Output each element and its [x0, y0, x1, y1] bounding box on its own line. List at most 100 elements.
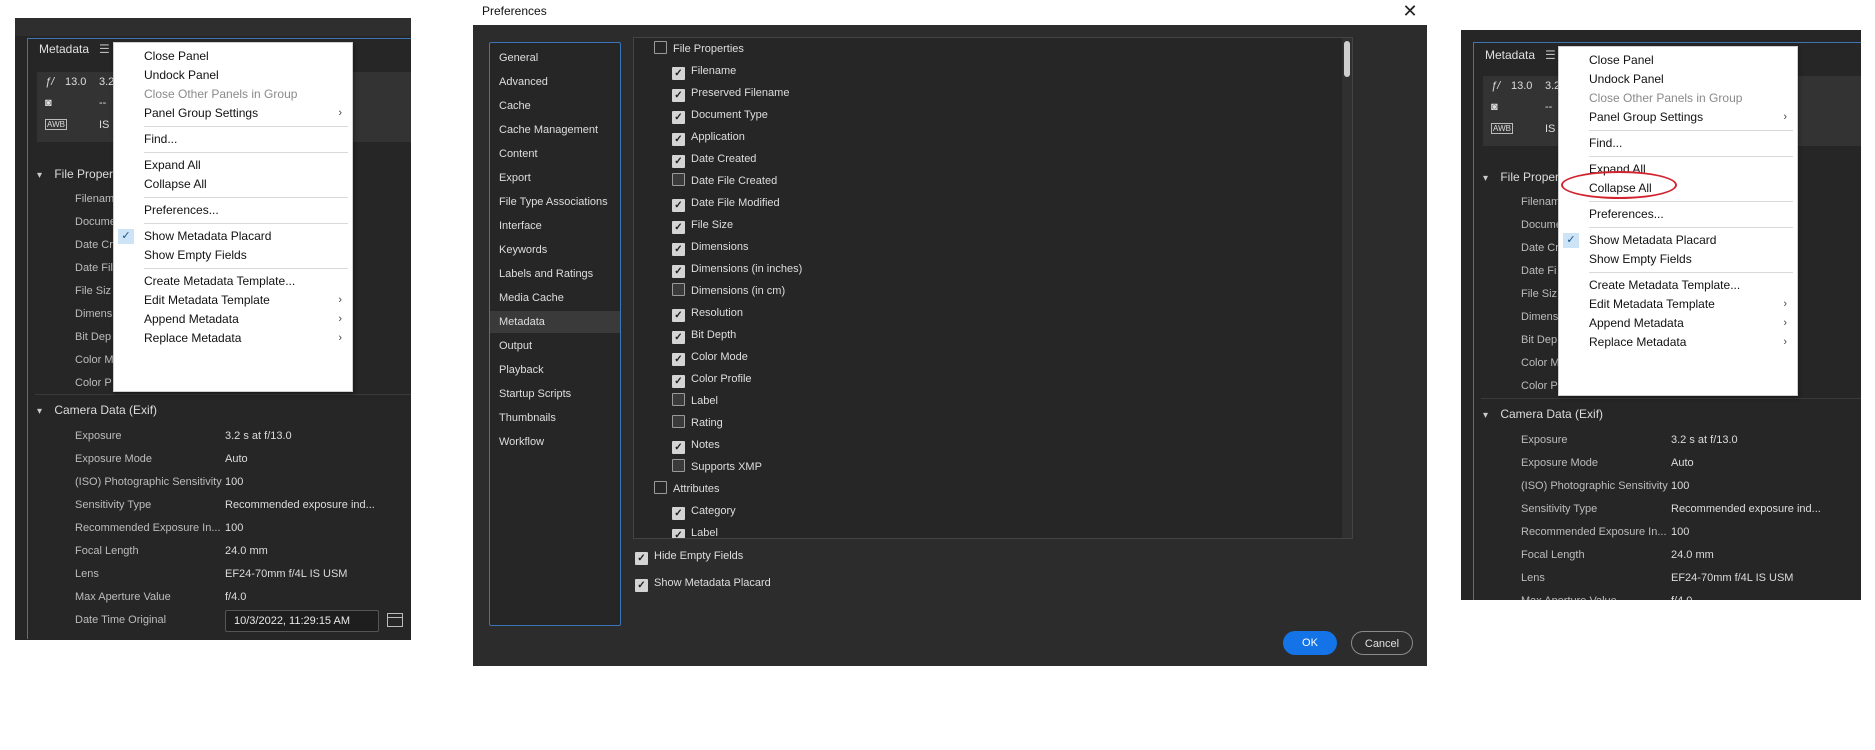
nav-item-workflow[interactable]: Workflow [490, 431, 620, 453]
field-checkbox[interactable]: ✓ [672, 155, 685, 168]
menu-item-expand-all[interactable]: Expand All [114, 156, 352, 175]
menu-item-undock-panel[interactable]: Undock Panel [1559, 70, 1797, 89]
field-checkbox[interactable]: ✓ [672, 89, 685, 102]
ok-button[interactable]: OK [1283, 631, 1337, 655]
menu-item-close-panel[interactable]: Close Panel [114, 47, 352, 66]
close-icon[interactable]: ✕ [1399, 0, 1421, 22]
tree-item[interactable]: ✓ Color Mode [672, 347, 748, 368]
file-properties-heading[interactable]: ▾ File Proper [37, 164, 113, 184]
menu-item-preferences[interactable]: Preferences... [1559, 205, 1797, 224]
nav-item-output[interactable]: Output [490, 335, 620, 357]
menu-item-show-metadata-placard[interactable]: Show Metadata Placard ✓ [114, 227, 352, 246]
field-checkbox[interactable]: ✓ [672, 331, 685, 344]
menu-item-replace-metadata[interactable]: Replace Metadata › [1559, 333, 1797, 352]
menu-item-close-panel[interactable]: Close Panel [1559, 51, 1797, 70]
field-checkbox[interactable]: ✓ [672, 111, 685, 124]
field-checkbox[interactable] [672, 393, 685, 406]
field-checkbox[interactable]: ✓ [672, 265, 685, 278]
tree-item[interactable]: ✓ Document Type [672, 105, 768, 126]
scrollbar-thumb[interactable] [1344, 41, 1350, 77]
camera-data-heading[interactable]: ▾ Camera Data (Exif) [37, 400, 157, 420]
tree-item[interactable]: ✓ Filename [672, 61, 736, 82]
menu-item-create-metadata-template[interactable]: Create Metadata Template... [1559, 276, 1797, 295]
field-checkbox[interactable]: ✓ [672, 67, 685, 80]
menu-item-append-metadata[interactable]: Append Metadata › [114, 310, 352, 329]
menu-item-preferences[interactable]: Preferences... [114, 201, 352, 220]
nav-item-media-cache[interactable]: Media Cache [490, 287, 620, 309]
field-checkbox[interactable]: ✓ [672, 309, 685, 322]
field-checkbox[interactable]: ✓ [672, 375, 685, 388]
tree-item[interactable]: ✓ Dimensions (in inches) [672, 259, 802, 280]
nav-item-general[interactable]: General [490, 47, 620, 69]
menu-item-append-metadata[interactable]: Append Metadata › [1559, 314, 1797, 333]
field-checkbox[interactable]: ✓ [672, 441, 685, 454]
option-row[interactable]: ✓ Hide Empty Fields [635, 546, 743, 567]
field-checkbox[interactable] [672, 283, 685, 296]
tree-item[interactable]: ✓ Date File Modified [672, 193, 780, 214]
menu-item-edit-metadata-template[interactable]: Edit Metadata Template › [1559, 295, 1797, 314]
camera-data-heading[interactable]: ▾ Camera Data (Exif) [1483, 404, 1603, 424]
cancel-button[interactable]: Cancel [1351, 631, 1413, 655]
tree-item[interactable]: Dimensions (in cm) [672, 281, 785, 302]
nav-item-startup-scripts[interactable]: Startup Scripts [490, 383, 620, 405]
field-checkbox[interactable]: ✓ [672, 507, 685, 520]
option-row[interactable]: ✓ Show Metadata Placard [635, 573, 771, 594]
tree-item[interactable]: ✓ File Size [672, 215, 733, 236]
tree-item[interactable]: Label [672, 391, 718, 412]
nav-item-thumbnails[interactable]: Thumbnails [490, 407, 620, 429]
menu-item-edit-metadata-template[interactable]: Edit Metadata Template › [114, 291, 352, 310]
nav-item-export[interactable]: Export [490, 167, 620, 189]
panel-menu-icon[interactable]: ☰ [1545, 48, 1556, 62]
field-checkbox[interactable] [672, 459, 685, 472]
menu-item-show-empty-fields[interactable]: Show Empty Fields [1559, 250, 1797, 269]
field-checkbox[interactable]: ✓ [672, 221, 685, 234]
field-checkbox[interactable] [672, 173, 685, 186]
menu-item-collapse-all[interactable]: Collapse All [114, 175, 352, 194]
tree-item[interactable]: ✓ Dimensions [672, 237, 748, 258]
tree-item[interactable]: ✓ Preserved Filename [672, 83, 789, 104]
panel-menu-icon[interactable]: ☰ [99, 42, 110, 56]
option-checkbox[interactable]: ✓ [635, 579, 648, 592]
date-time-input[interactable]: 10/3/2022, 11:29:15 AM [225, 610, 379, 632]
nav-item-labels-and-ratings[interactable]: Labels and Ratings [490, 263, 620, 285]
nav-item-file-type-associations[interactable]: File Type Associations [490, 191, 620, 213]
tree-item[interactable]: ✓ Bit Depth [672, 325, 736, 346]
tree-item[interactable]: ✓ Label [672, 523, 718, 538]
menu-item-find[interactable]: Find... [1559, 134, 1797, 153]
tree-item[interactable]: Date File Created [672, 171, 777, 192]
group-checkbox[interactable] [654, 481, 667, 494]
tree-item[interactable]: Supports XMP [672, 457, 762, 478]
menu-item-panel-group-settings[interactable]: Panel Group Settings › [114, 104, 352, 123]
menu-item-panel-group-settings[interactable]: Panel Group Settings › [1559, 108, 1797, 127]
field-checkbox[interactable]: ✓ [672, 353, 685, 366]
tree-group[interactable]: File Properties [640, 39, 744, 60]
menu-item-show-metadata-placard[interactable]: Show Metadata Placard ✓ [1559, 231, 1797, 250]
menu-item-undock-panel[interactable]: Undock Panel [114, 66, 352, 85]
tree-item[interactable]: ✓ Notes [672, 435, 720, 456]
calendar-icon[interactable] [387, 613, 403, 627]
tree-item[interactable]: ✓ Color Profile [672, 369, 752, 390]
group-checkbox[interactable] [654, 41, 667, 54]
field-checkbox[interactable]: ✓ [672, 529, 685, 538]
nav-item-metadata[interactable]: Metadata [490, 311, 620, 333]
nav-item-content[interactable]: Content [490, 143, 620, 165]
tree-item[interactable]: ✓ Date Created [672, 149, 756, 170]
field-checkbox[interactable]: ✓ [672, 243, 685, 256]
menu-item-create-metadata-template[interactable]: Create Metadata Template... [114, 272, 352, 291]
field-checkbox[interactable] [672, 415, 685, 428]
menu-item-replace-metadata[interactable]: Replace Metadata › [114, 329, 352, 348]
nav-item-cache[interactable]: Cache [490, 95, 620, 117]
menu-item-show-empty-fields[interactable]: Show Empty Fields [114, 246, 352, 265]
field-checkbox[interactable]: ✓ [672, 199, 685, 212]
nav-item-advanced[interactable]: Advanced [490, 71, 620, 93]
tree-item[interactable]: ✓ Category [672, 501, 736, 522]
tree-item[interactable]: ✓ Resolution [672, 303, 743, 324]
option-checkbox[interactable]: ✓ [635, 552, 648, 565]
nav-item-playback[interactable]: Playback [490, 359, 620, 381]
file-properties-heading[interactable]: ▾ File Proper [1483, 167, 1559, 187]
nav-item-cache-management[interactable]: Cache Management [490, 119, 620, 141]
nav-item-keywords[interactable]: Keywords [490, 239, 620, 261]
tree-item[interactable]: ✓ Application [672, 127, 745, 148]
tree-scrollbar[interactable] [1342, 38, 1352, 538]
nav-item-interface[interactable]: Interface [490, 215, 620, 237]
